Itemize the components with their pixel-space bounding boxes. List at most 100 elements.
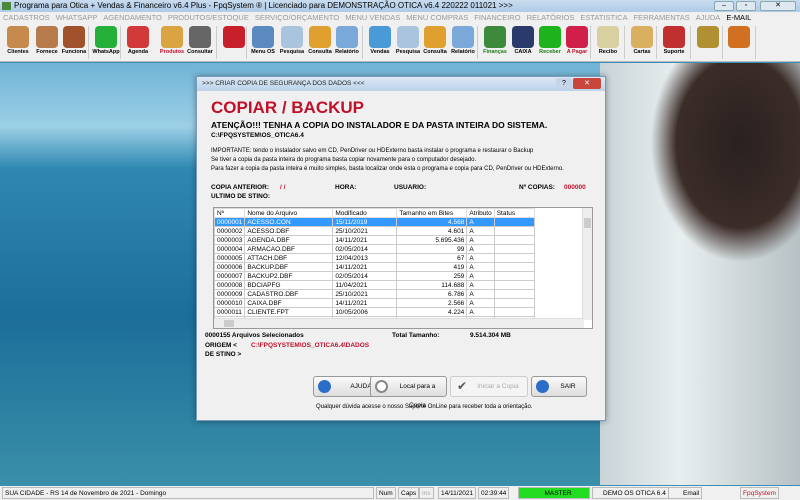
hora-label: HORA: [335, 184, 357, 191]
toolbar-button-suporte[interactable]: Suporte [660, 25, 688, 60]
table-cell: AGENDA.DBF [244, 235, 334, 245]
table-cell: 4.568 [396, 217, 468, 227]
warning-text: ATENÇÃO!!! TENHA A COPIA DO INSTALADOR E… [211, 120, 548, 130]
table-cell: CAIXA.DBF [244, 298, 334, 308]
table-cell [493, 262, 535, 272]
table-cell: 0000009 [214, 289, 246, 299]
dialog-heading: COPIAR / BACKUP [211, 98, 365, 117]
menu-item[interactable]: MENU COMPRAS [406, 13, 468, 22]
toolbar-button-whatsapp[interactable]: WhatsApp [92, 25, 120, 60]
toolbar-button-fornece[interactable]: Fornece [33, 25, 61, 60]
table-row[interactable]: 0000006 BACKUP.DBF 14/11/2021 419 A [214, 262, 535, 272]
table-row[interactable]: 0000010 CAIXA.DBF 14/11/2021 2.566 A [214, 298, 535, 308]
table-row[interactable]: 0000007 BACKUP2.DBF 02/05/2014 259 A [214, 271, 535, 281]
horizontal-scrollbar[interactable] [214, 318, 584, 328]
table-cell: ACESSO.DBF [244, 226, 334, 236]
column-header[interactable]: Modificado [332, 208, 398, 218]
toolbar-button-clientes[interactable]: Clientes [4, 25, 32, 60]
maximize-button[interactable]: ▫ [736, 1, 756, 11]
toolbar-button-icon7[interactable] [220, 25, 248, 60]
dialog-close-button[interactable]: ✕ [573, 78, 601, 89]
close-button[interactable]: ✕ [760, 1, 796, 11]
toolbar-button-icon23[interactable] [694, 25, 722, 60]
background-photo-hair [650, 63, 800, 263]
table-row[interactable]: 0000011 CLIENTE.FPT 10/05/2006 4.224 A [214, 307, 535, 317]
column-header[interactable]: Nº [214, 208, 246, 218]
toolbar-button-agenda[interactable]: Agenda [124, 25, 152, 60]
button-label: Iniciar a Copia [477, 383, 519, 390]
toolbar-button-finan-as[interactable]: Finanças [481, 25, 509, 60]
toolbar-button-a-pagar[interactable]: A Pagar [563, 25, 591, 60]
toolbar-button-recibo[interactable]: Recibo [594, 25, 622, 60]
minimize-button[interactable]: – [714, 1, 734, 11]
column-header[interactable]: Status [493, 208, 535, 218]
copia-anterior-value: / / [280, 184, 286, 191]
menu-item[interactable]: WHATSAPP [56, 13, 98, 22]
toolbar-button-consulta[interactable]: Consulta [306, 25, 334, 60]
table-row[interactable]: 0000004 ARMACAO.DBF 02/05/2014 99 A [214, 244, 535, 254]
table-row[interactable]: 0000008 BDCIAPFG 11/04/2021 114.688 A [214, 280, 535, 290]
menu-item[interactable]: SERVIÇO/ORÇAMENTO [255, 13, 339, 22]
table-row[interactable]: 0000002 ACESSO.DBF 25/10/2021 4.601 A [214, 226, 535, 236]
table-cell: BDCIAPFG [244, 280, 334, 290]
toolbar-icon [539, 26, 561, 48]
toolbar-icon [7, 26, 29, 48]
menu-item-email[interactable]: E-MAIL [726, 13, 751, 22]
toolbar-icon [127, 26, 149, 48]
vertical-scrollbar[interactable] [582, 208, 592, 320]
selected-count: 0000155 Arquivos Selecionados [205, 332, 304, 339]
table-cell [493, 226, 535, 236]
toolbar-button-relat-rio[interactable]: Relatório [449, 25, 477, 60]
toolbar-button-menu-os[interactable]: Menu OS [249, 25, 277, 60]
menu-item[interactable]: CADASTROS [3, 13, 50, 22]
menu-item[interactable]: AGENDAMENTO [103, 13, 162, 22]
file-table: Nº Nome do Arquivo Modificado Tamanho em Bi… [214, 208, 535, 328]
table-row[interactable]: 0000005 ATTACH.DBF 12/04/2013 67 A [214, 253, 535, 263]
status-email[interactable]: Email [668, 487, 703, 499]
menu-item[interactable]: FINANCEIRO [474, 13, 520, 22]
title-bar: Programa para Otica + Vendas & Financeir… [0, 0, 800, 12]
toolbar-separator [755, 26, 756, 59]
toolbar-button-relat-rio[interactable]: Relatório [333, 25, 361, 60]
menu-item[interactable]: PRODUTOS/ESTOQUE [168, 13, 249, 22]
toolbar-button-consulta[interactable]: Consulta [421, 25, 449, 60]
menu-item[interactable]: FERRAMENTAS [634, 13, 690, 22]
toolbar-button-icon24[interactable] [725, 25, 753, 60]
toolbar-button-funciona[interactable]: Funciona [60, 25, 88, 60]
toolbar-button-produtos[interactable]: Produtos [158, 25, 186, 60]
toolbar-button-receber[interactable]: Receber [536, 25, 564, 60]
iniciar-copia-button[interactable]: ✔ Iniciar a Copia [450, 376, 528, 397]
toolbar-button-caixa[interactable]: CAIXA [509, 25, 537, 60]
sair-button[interactable]: SAIR [531, 376, 587, 397]
toolbar-separator [88, 26, 89, 59]
toolbar-button-pesquisa[interactable]: Pesquisa [278, 25, 306, 60]
column-header[interactable]: Tamanho em Bites [396, 208, 468, 218]
footer-text: Qualquer dúvida acesse o nosso Suporte O… [316, 404, 533, 410]
column-header[interactable]: Nome do Arquivo [244, 208, 334, 218]
toolbar-label: Clientes [7, 49, 29, 55]
status-time: 02:39:44 [478, 487, 510, 499]
menu-item[interactable]: ESTATISTICA [580, 13, 627, 22]
toolbar-button-vendas[interactable]: Vendas [366, 25, 394, 60]
column-header[interactable]: Atributo [466, 208, 495, 218]
menu-item[interactable]: MENU VENDAS [345, 13, 400, 22]
table-row[interactable]: 0000009 CADASTRO.DBF 25/10/2021 6.786 A [214, 289, 535, 299]
total-value: 9.514.304 MB [470, 332, 511, 339]
table-cell: A [466, 298, 495, 308]
total-label: Total Tamanho: [392, 332, 440, 339]
ultimo-destino-label: ULTIMO DE STINO: [211, 193, 271, 200]
help-icon[interactable]: ? [556, 78, 572, 89]
menu-item[interactable]: RELATÓRIOS [527, 13, 575, 22]
toolbar-button-consultar[interactable]: Consultar [186, 25, 214, 60]
table-cell: 14/11/2021 [332, 235, 398, 245]
system-path: C:\FPQSYSTEM\OS_OTICA6.4 [211, 132, 304, 139]
table-row[interactable]: 0000003 AGENDA.DBF 14/11/2021 5.695.436 A [214, 235, 535, 245]
table-row[interactable]: 0000001 ACESSO.CON 15/11/2019 4.568 A [214, 217, 535, 227]
file-list[interactable]: Nº Nome do Arquivo Modificado Tamanho em Bi… [213, 207, 593, 329]
origem-label: ORIGEM < [205, 342, 237, 349]
toolbar-icon [697, 26, 719, 48]
toolbar-button-pesquisa[interactable]: Pesquisa [394, 25, 422, 60]
menu-item[interactable]: AJUDA [696, 13, 721, 22]
local-copia-button[interactable]: Local para a Copia [370, 376, 447, 409]
toolbar-button-cartas[interactable]: Cartas [628, 25, 656, 60]
